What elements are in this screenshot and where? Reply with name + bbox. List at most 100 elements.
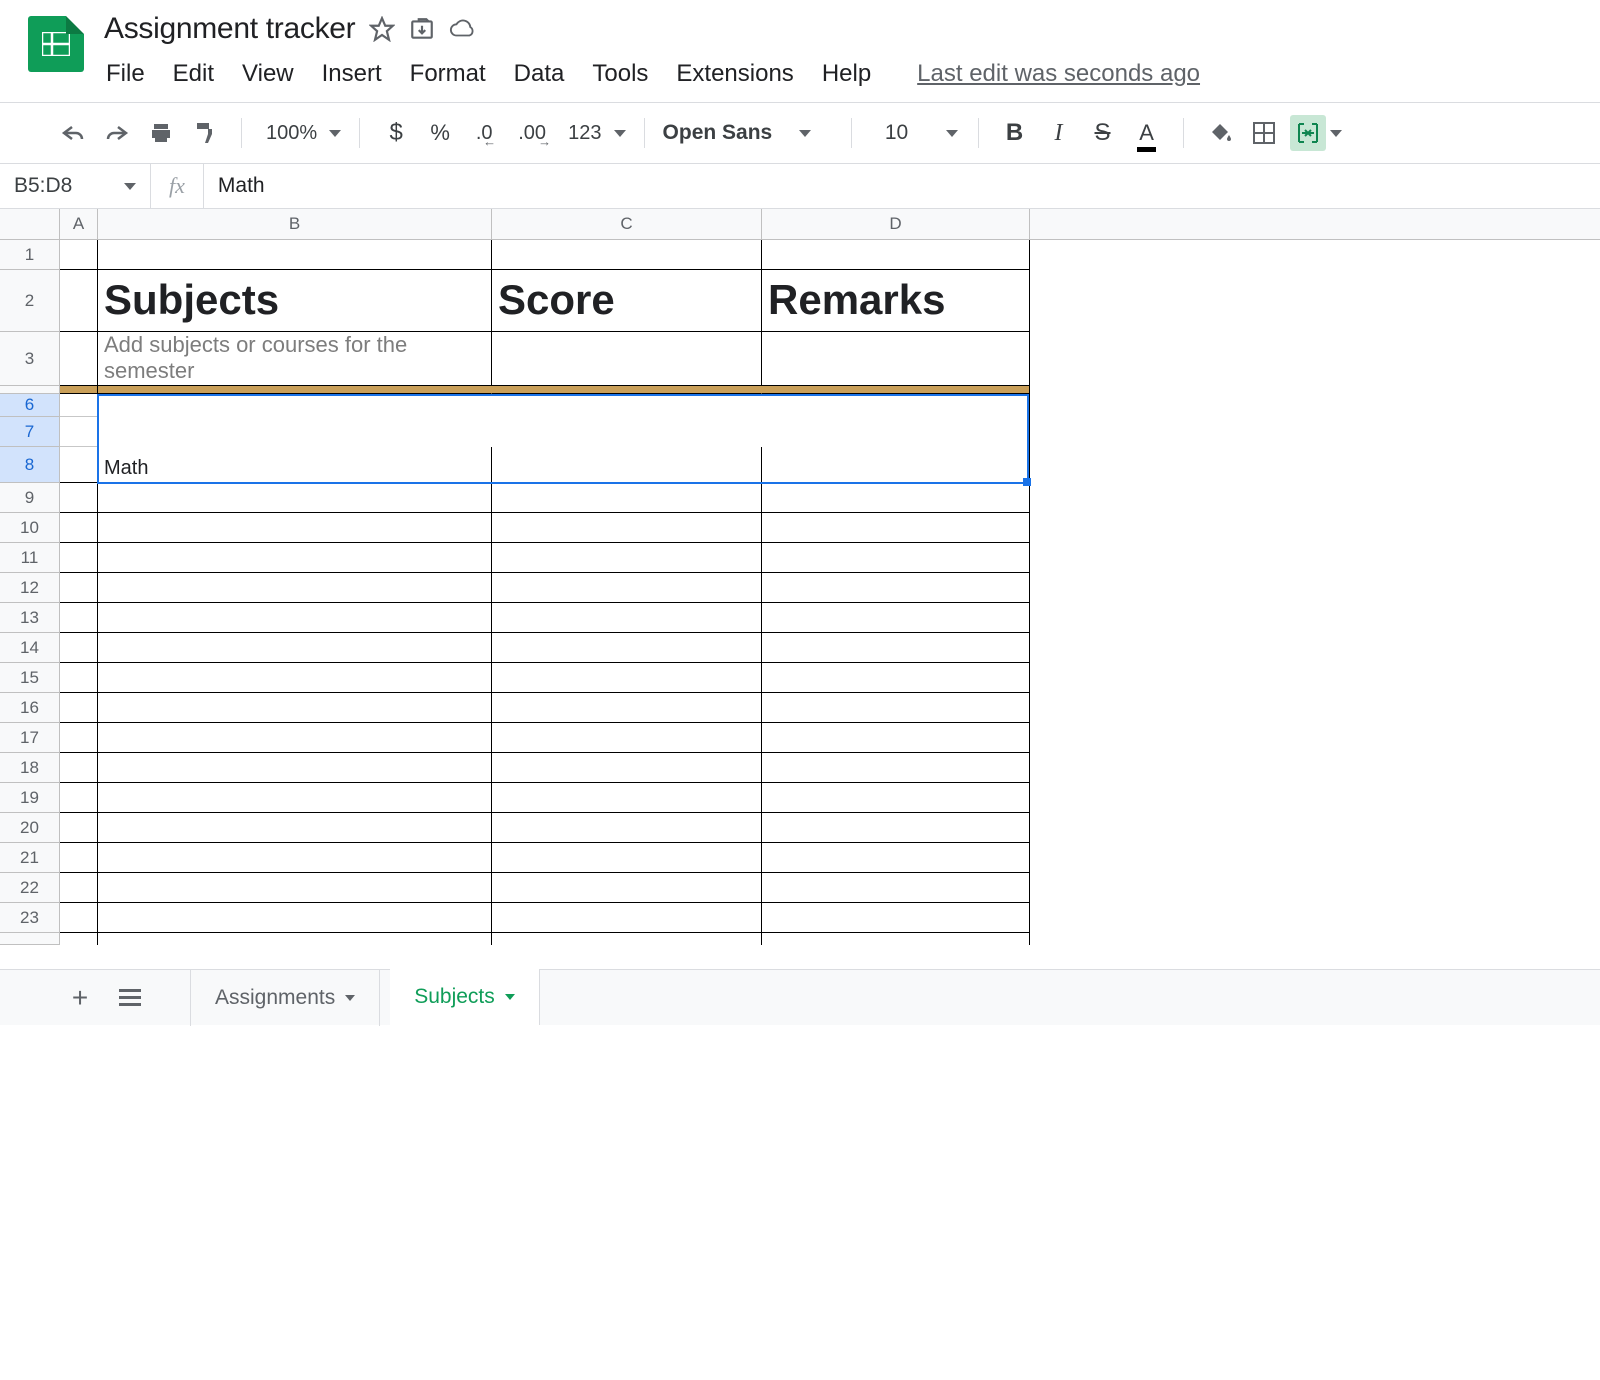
cell[interactable] <box>98 723 492 753</box>
cell[interactable] <box>60 753 98 783</box>
last-edit-link[interactable]: Last edit was seconds ago <box>917 60 1200 88</box>
cell-B8[interactable]: Math <box>98 447 492 483</box>
cell[interactable] <box>762 753 1030 783</box>
sheets-logo[interactable] <box>28 16 84 72</box>
cell[interactable] <box>60 933 98 945</box>
cell[interactable] <box>492 603 762 633</box>
cell[interactable] <box>60 447 98 483</box>
currency-button[interactable]: $ <box>378 115 414 151</box>
cell[interactable] <box>60 903 98 933</box>
sheet-tab-assignments[interactable]: Assignments <box>190 970 380 1026</box>
row-header[interactable]: 22 <box>0 873 60 903</box>
cell-subtitle[interactable]: Add subjects or courses for the semester <box>98 332 492 386</box>
cell[interactable] <box>60 693 98 723</box>
cell[interactable] <box>98 513 492 543</box>
formula-bar[interactable]: Math <box>203 164 1600 208</box>
font-dropdown[interactable]: Open Sans <box>663 121 833 145</box>
cell[interactable] <box>492 332 762 386</box>
row-header[interactable]: 17 <box>0 723 60 753</box>
cell[interactable] <box>762 447 1030 483</box>
row-header[interactable]: 12 <box>0 573 60 603</box>
cell[interactable] <box>492 543 762 573</box>
cell[interactable] <box>492 240 762 270</box>
star-icon[interactable] <box>369 16 395 42</box>
row-header[interactable]: 2 <box>0 270 60 332</box>
cell[interactable] <box>492 753 762 783</box>
cell[interactable] <box>762 603 1030 633</box>
col-header-C[interactable]: C <box>492 209 762 239</box>
cell-score-header[interactable]: Score <box>492 270 762 332</box>
cell[interactable] <box>98 573 492 603</box>
merge-cells-button[interactable] <box>1290 115 1326 151</box>
row-header[interactable]: 14 <box>0 633 60 663</box>
cell[interactable] <box>762 663 1030 693</box>
merge-dropdown[interactable] <box>1330 130 1342 137</box>
cell[interactable] <box>60 513 98 543</box>
cell[interactable] <box>762 903 1030 933</box>
undo-icon[interactable] <box>55 115 91 151</box>
cell[interactable] <box>492 663 762 693</box>
row-header[interactable]: 20 <box>0 813 60 843</box>
print-icon[interactable] <box>143 115 179 151</box>
cell[interactable] <box>492 813 762 843</box>
row-header[interactable]: 1 <box>0 240 60 270</box>
cell[interactable] <box>492 394 762 417</box>
menu-help[interactable]: Help <box>822 60 871 88</box>
cell[interactable] <box>98 417 492 447</box>
row-header[interactable]: 8 <box>0 447 60 483</box>
increase-decimal-button[interactable]: .00→ <box>510 115 554 151</box>
all-sheets-button[interactable] <box>110 978 150 1018</box>
cell[interactable] <box>60 633 98 663</box>
cell[interactable] <box>492 573 762 603</box>
cell[interactable] <box>98 903 492 933</box>
fill-color-button[interactable] <box>1202 115 1238 151</box>
cell[interactable] <box>492 417 762 447</box>
cell[interactable] <box>98 933 492 945</box>
menu-tools[interactable]: Tools <box>592 60 648 88</box>
col-header-B[interactable]: B <box>98 209 492 239</box>
cell[interactable] <box>762 240 1030 270</box>
cell[interactable] <box>492 873 762 903</box>
row-header[interactable]: 15 <box>0 663 60 693</box>
cell[interactable] <box>762 394 1030 417</box>
more-formats-dropdown[interactable]: 123 <box>562 122 625 145</box>
cell[interactable] <box>60 573 98 603</box>
cell[interactable] <box>98 633 492 663</box>
italic-button[interactable]: I <box>1041 115 1077 151</box>
cell[interactable] <box>762 483 1030 513</box>
cell[interactable] <box>492 843 762 873</box>
cell[interactable] <box>762 693 1030 723</box>
row-header[interactable] <box>0 386 60 394</box>
text-color-button[interactable]: A <box>1129 115 1165 151</box>
redo-icon[interactable] <box>99 115 135 151</box>
menu-insert[interactable]: Insert <box>322 60 382 88</box>
bold-button[interactable]: B <box>997 115 1033 151</box>
cell[interactable] <box>762 332 1030 386</box>
font-size-dropdown[interactable]: 10 <box>870 121 960 145</box>
cell[interactable] <box>762 633 1030 663</box>
col-header-D[interactable]: D <box>762 209 1030 239</box>
cell[interactable] <box>60 723 98 753</box>
menu-edit[interactable]: Edit <box>173 60 214 88</box>
cell[interactable] <box>762 417 1030 447</box>
cell[interactable] <box>98 483 492 513</box>
cell[interactable] <box>60 813 98 843</box>
cell[interactable] <box>492 483 762 513</box>
cell[interactable] <box>762 843 1030 873</box>
row-header[interactable]: 13 <box>0 603 60 633</box>
cell[interactable] <box>98 663 492 693</box>
cell[interactable] <box>492 633 762 663</box>
cell[interactable] <box>98 240 492 270</box>
cell[interactable] <box>60 843 98 873</box>
menu-view[interactable]: View <box>242 60 294 88</box>
cell[interactable] <box>60 603 98 633</box>
borders-button[interactable] <box>1246 115 1282 151</box>
select-all-corner[interactable] <box>0 209 60 239</box>
zoom-dropdown[interactable]: 100% <box>260 122 341 145</box>
row-header[interactable]: 21 <box>0 843 60 873</box>
sheet-tab-subjects[interactable]: Subjects <box>390 969 540 1025</box>
cell-remarks-header[interactable]: Remarks <box>762 270 1030 332</box>
cell[interactable] <box>60 394 98 417</box>
cell[interactable] <box>492 447 762 483</box>
add-sheet-button[interactable]: + <box>60 978 100 1018</box>
